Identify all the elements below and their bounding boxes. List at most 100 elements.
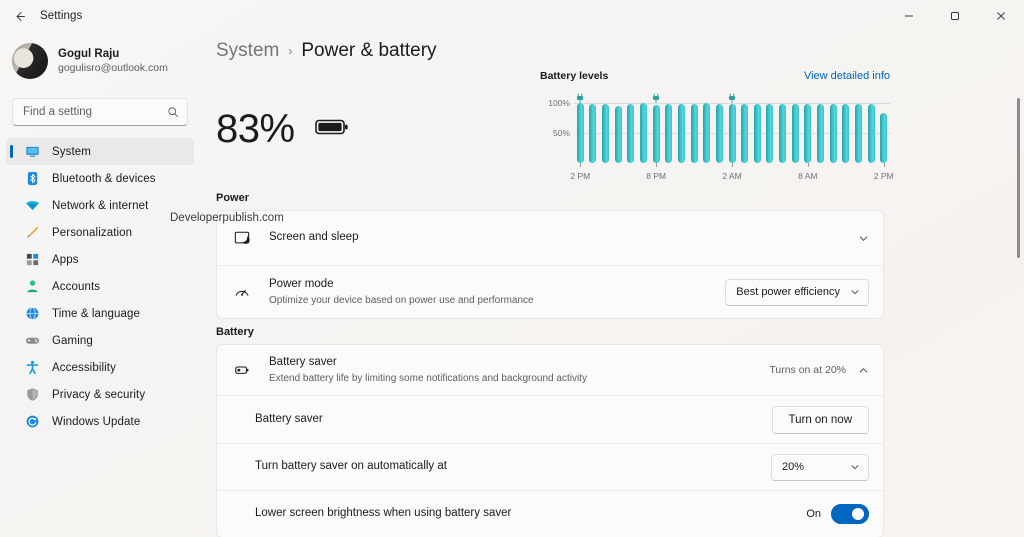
chart-bar bbox=[817, 104, 824, 163]
window-title: Settings bbox=[40, 10, 82, 22]
battery-saver-icon bbox=[233, 361, 251, 379]
breadcrumb-parent[interactable]: System bbox=[216, 40, 279, 62]
scrollbar-thumb[interactable] bbox=[1017, 98, 1020, 258]
close-icon bbox=[996, 11, 1006, 21]
power-mode-dropdown[interactable]: Best power efficiency bbox=[725, 279, 869, 306]
chart-bar bbox=[741, 104, 748, 163]
chart-bar bbox=[665, 104, 672, 163]
chart-bar bbox=[729, 104, 736, 163]
breadcrumb: System › Power & battery bbox=[200, 32, 1024, 62]
chart-plot-area: 100%50%2 PM8 PM2 AM8 AM2 PM bbox=[540, 93, 890, 185]
account-name: Gogul Raju bbox=[58, 47, 168, 61]
wifi-icon bbox=[24, 198, 40, 214]
chart-bar bbox=[691, 104, 698, 163]
row-right: 20% bbox=[771, 454, 869, 481]
sidebar-item-label: Time & language bbox=[52, 308, 140, 320]
sidebar-item-time-language[interactable]: Time & language bbox=[6, 300, 194, 327]
account-email: gogulisro@outlook.com bbox=[58, 62, 168, 75]
row-right bbox=[858, 233, 869, 244]
minimize-button[interactable] bbox=[886, 0, 932, 32]
search-input[interactable] bbox=[13, 99, 187, 125]
view-detailed-info-link[interactable]: View detailed info bbox=[804, 70, 890, 82]
maximize-button[interactable] bbox=[932, 0, 978, 32]
close-button[interactable] bbox=[978, 0, 1024, 32]
sidebar-item-label: Bluetooth & devices bbox=[52, 173, 156, 185]
battery-full-icon bbox=[315, 117, 349, 142]
chart-xtick-label: 8 AM bbox=[798, 171, 817, 181]
chart-bar bbox=[766, 104, 773, 163]
chart-title: Battery levels bbox=[540, 70, 608, 82]
sidebar-item-network-internet[interactable]: Network & internet bbox=[6, 192, 194, 219]
sidebar-item-system[interactable]: System bbox=[6, 138, 194, 165]
chevron-up-icon[interactable] bbox=[858, 365, 869, 376]
apps-icon bbox=[24, 252, 40, 268]
chart-bar bbox=[716, 104, 723, 163]
sidebar-item-bluetooth-devices[interactable]: Bluetooth & devices bbox=[6, 165, 194, 192]
account-card[interactable]: Gogul Raju gogulisro@outlook.com bbox=[0, 32, 200, 84]
turn-on-now-button[interactable]: Turn on now bbox=[772, 406, 870, 434]
battery-section: Battery Battery saver Extend battery lif… bbox=[200, 326, 1024, 537]
power-section-heading: Power bbox=[216, 192, 1024, 204]
power-gauge-icon bbox=[233, 283, 251, 301]
page-title: Power & battery bbox=[301, 40, 436, 62]
row-title: Lower screen brightness when using batte… bbox=[255, 506, 511, 522]
search-box[interactable] bbox=[12, 98, 188, 126]
chart-bar bbox=[602, 104, 609, 163]
search-icon bbox=[167, 106, 179, 118]
chart-header: Battery levels View detailed info bbox=[540, 70, 890, 82]
sidebar-item-accessibility[interactable]: Accessibility bbox=[6, 354, 194, 381]
chart-bar bbox=[855, 104, 862, 163]
lower-brightness-toggle[interactable] bbox=[831, 504, 869, 524]
chart-xtick-label: 2 AM bbox=[722, 171, 741, 181]
sidebar-item-label: Apps bbox=[52, 254, 79, 266]
back-button[interactable] bbox=[4, 1, 34, 31]
row-right: Turn on now bbox=[772, 406, 870, 434]
row-text: Power mode Optimize your device based on… bbox=[269, 277, 534, 307]
shield-icon bbox=[24, 387, 40, 403]
window-controls bbox=[886, 0, 1024, 32]
row-auto-battery-saver: Turn battery saver on automatically at 2… bbox=[217, 443, 883, 490]
sidebar-item-personalization[interactable]: Personalization bbox=[6, 219, 194, 246]
chart-bar bbox=[678, 104, 685, 163]
chevron-down-icon[interactable] bbox=[858, 233, 869, 244]
sidebar-item-label: Gaming bbox=[52, 335, 93, 347]
chart-bar bbox=[830, 104, 837, 163]
chart-bar bbox=[640, 103, 647, 163]
plug-icon bbox=[576, 91, 585, 109]
chart-bar bbox=[577, 103, 584, 163]
power-section: Power Screen and sleep bbox=[200, 192, 1024, 319]
paintbrush-icon bbox=[24, 225, 40, 241]
battery-saver-card: Battery saver Extend battery life by lim… bbox=[216, 344, 884, 537]
power-mode-value: Best power efficiency bbox=[736, 286, 840, 298]
chevron-down-icon bbox=[850, 462, 860, 472]
chevron-down-icon bbox=[850, 287, 860, 297]
chart-bar bbox=[804, 104, 811, 163]
sidebar-item-label: System bbox=[52, 146, 91, 158]
sidebar-item-gaming[interactable]: Gaming bbox=[6, 327, 194, 354]
chart-bar bbox=[754, 104, 761, 163]
row-title: Screen and sleep bbox=[269, 230, 359, 246]
bluetooth-icon bbox=[24, 171, 40, 187]
plug-icon bbox=[652, 91, 661, 109]
plug-icon bbox=[728, 91, 737, 109]
row-lower-brightness: Lower screen brightness when using batte… bbox=[217, 490, 883, 537]
auto-battery-saver-dropdown[interactable]: 20% bbox=[771, 454, 869, 481]
accessibility-icon bbox=[24, 360, 40, 376]
sidebar-item-label: Windows Update bbox=[52, 416, 140, 428]
battery-summary: 83% bbox=[216, 107, 349, 152]
battery-levels-chart: Battery levels View detailed info 100%50… bbox=[540, 70, 890, 190]
content-scrollbar[interactable] bbox=[1017, 98, 1020, 537]
row-title: Turn battery saver on automatically at bbox=[255, 459, 447, 475]
minimize-icon bbox=[904, 11, 914, 21]
row-battery-saver-header[interactable]: Battery saver Extend battery life by lim… bbox=[217, 345, 883, 395]
row-screen-and-sleep[interactable]: Screen and sleep bbox=[217, 211, 883, 265]
sidebar-item-apps[interactable]: Apps bbox=[6, 246, 194, 273]
sidebar-item-accounts[interactable]: Accounts bbox=[6, 273, 194, 300]
row-text: Turn battery saver on automatically at bbox=[255, 459, 447, 475]
breadcrumb-separator: › bbox=[288, 44, 292, 58]
lower-brightness-state-label: On bbox=[806, 508, 821, 520]
row-power-mode[interactable]: Power mode Optimize your device based on… bbox=[217, 265, 883, 318]
settings-window: Settings Gogul Raju bbox=[0, 0, 1024, 537]
sidebar-item-privacy-security[interactable]: Privacy & security bbox=[6, 381, 194, 408]
sidebar-item-windows-update[interactable]: Windows Update bbox=[6, 408, 194, 435]
